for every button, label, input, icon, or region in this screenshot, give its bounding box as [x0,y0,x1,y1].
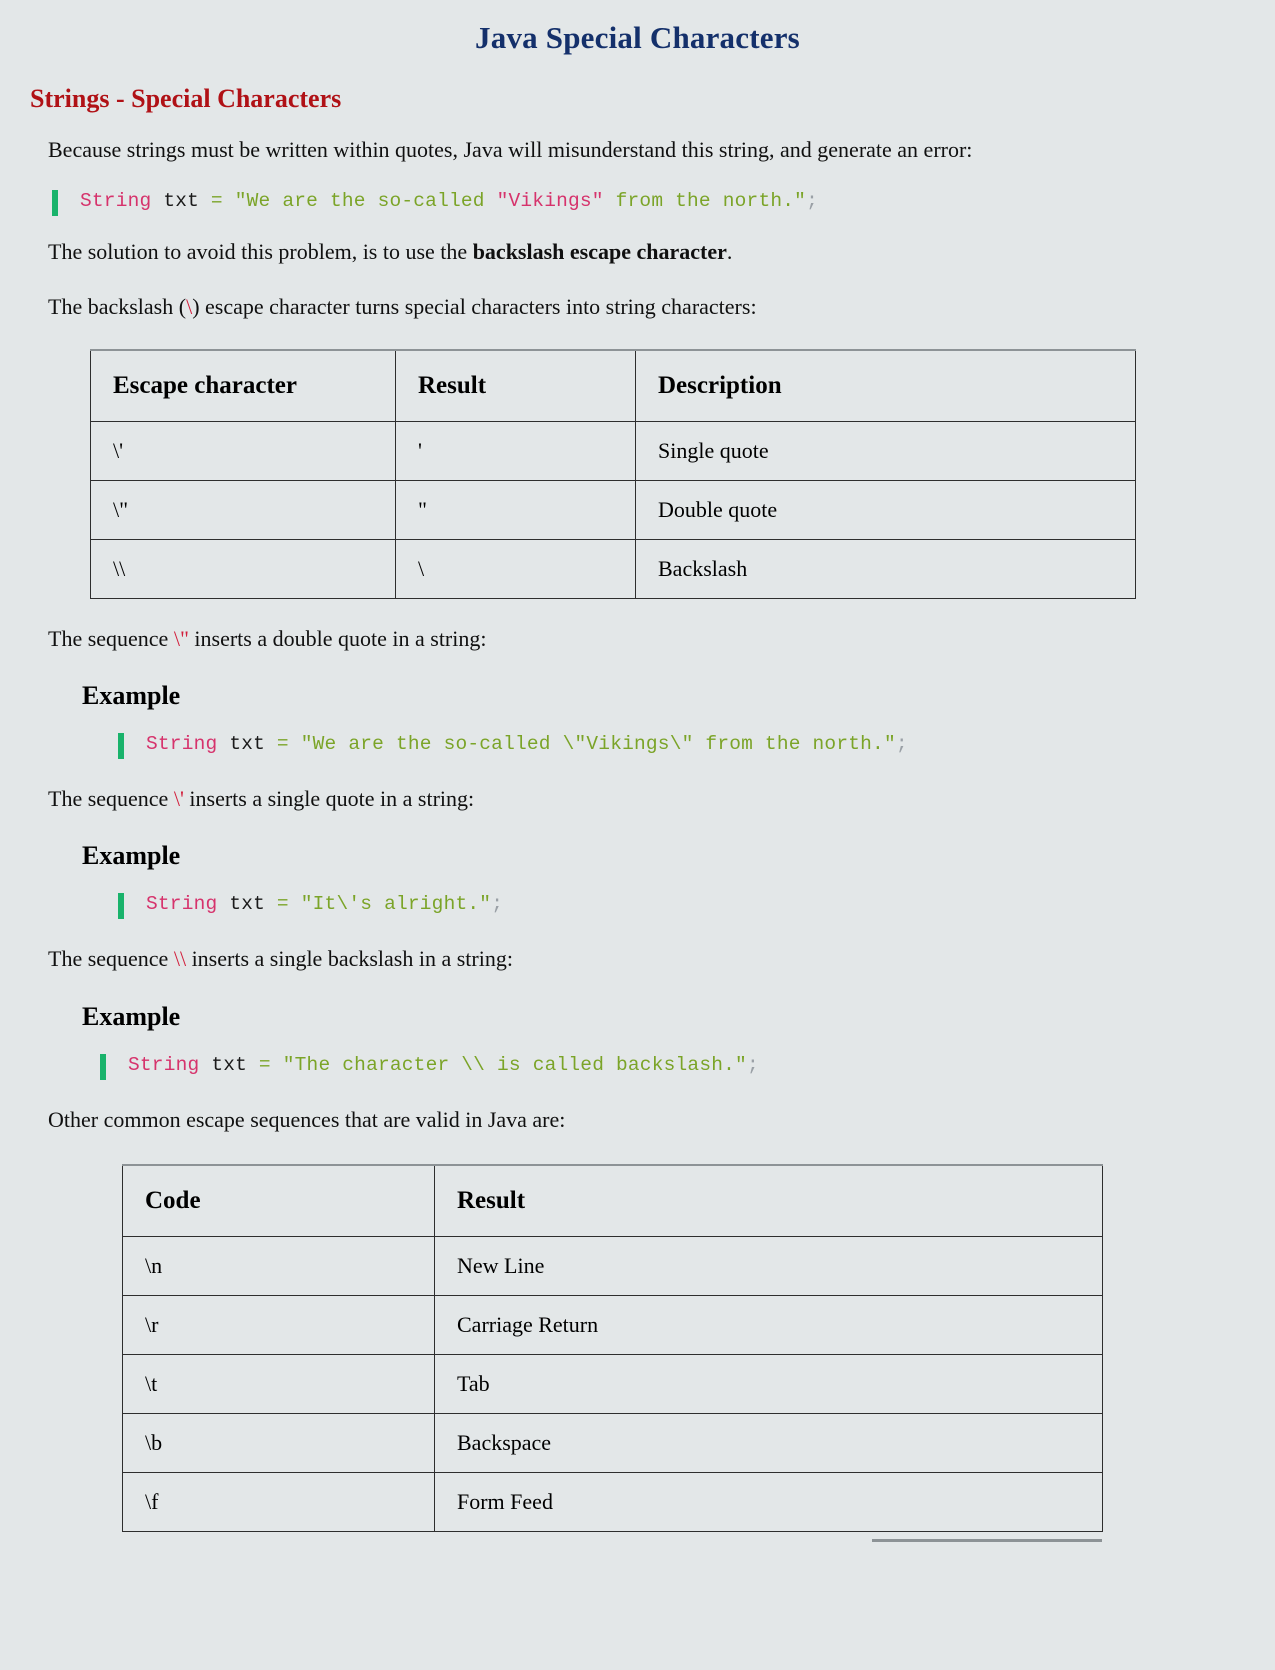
table-row: \t Tab [122,1354,1103,1415]
document-page: Java Special Characters Strings - Specia… [0,20,1275,1670]
code-operator: = [265,733,301,756]
example-label-1: Example [82,681,181,711]
table-row: \" " Double quote [90,479,1136,540]
code-semicolon: ; [806,190,818,213]
inline-code-escaped-backslash: \\ [173,946,187,972]
code-keyword: String [146,733,218,756]
code-keyword: String [146,893,218,916]
code-accent-bar-icon [118,893,124,920]
code-semicolon: ; [746,1053,759,1076]
sequence-text-after: inserts a double quote in a string: [188,625,487,651]
table-header-row: Escape character Result Description [90,348,1136,422]
cell-description: Double quote [635,479,1136,540]
sequence-text-before: The sequence [48,946,174,972]
sequence-backslash-paragraph: The sequence \\ inserts a single backsla… [48,941,1227,977]
cell-code: \r [122,1295,435,1356]
code-line-2: String txt = "We are the so-called \"Vik… [146,733,908,756]
code-accent-bar-icon [118,733,124,760]
code-operator: = [247,1053,283,1076]
code-semicolon: ; [895,733,908,756]
cell-code: \t [122,1354,435,1415]
code-block-2: String txt = "We are the so-called \"Vik… [118,733,1275,760]
code-string-part-2: from the north." [603,190,807,213]
table-row: \b Backspace [122,1413,1103,1474]
table-row: \f Form Feed [122,1472,1103,1533]
section-heading: Strings - Special Characters [30,84,342,113]
table-row: \\ \ Backslash [90,538,1136,599]
solution-bold-text: backslash escape character [472,239,727,265]
table-header-row: Code Result [122,1164,1103,1238]
column-header-escape-character: Escape character [90,348,396,422]
code-block-3: String txt = "It\'s alright."; [118,893,1275,920]
code-line-4: String txt = "The character \\ is called… [128,1054,759,1077]
solution-text-before: The solution to avoid this problem, is t… [48,239,473,265]
cell-code: \n [122,1236,435,1297]
escape-sequences-table: Code Result \n New Line \r Carriage Retu… [122,1164,1103,1533]
code-accent-bar-icon [100,1053,106,1080]
code-operator: = [265,893,301,916]
bottom-divider [872,1539,1102,1542]
intro-paragraph: Because strings must be written within q… [48,137,973,162]
cell-result: " [395,479,636,540]
code-block-1: String txt = "We are the so-called "Viki… [52,190,1275,217]
sequence-text-before: The sequence [48,786,174,812]
code-variable: txt [199,1053,248,1076]
solution-text-after: . [726,239,733,265]
sequence-single-quote-paragraph: The sequence \' inserts a single quote i… [48,781,1227,817]
code-keyword: String [128,1053,200,1076]
code-string: "The character \\ is called backslash." [282,1053,747,1076]
cell-result: \ [395,538,636,599]
escape-intro-paragraph: The backslash (\) escape character turns… [48,289,1227,325]
sequence-text-after: inserts a single quote in a string: [183,786,475,812]
code-string: "We are the so-called \"Vikings\" from t… [300,733,896,756]
code-line-1: String txt = "We are the so-called "Viki… [80,190,818,213]
column-header-code: Code [122,1164,435,1238]
code-operator: = [199,190,235,213]
cell-escape: \' [90,420,396,481]
cell-result: New Line [434,1236,1103,1297]
inline-code-escaped-double-quote: \" [173,625,189,651]
other-sequences-paragraph: Other common escape sequences that are v… [48,1106,566,1132]
code-line-3: String txt = "It\'s alright."; [146,893,503,916]
column-header-result: Result [395,348,636,422]
code-variable: txt [217,893,266,916]
sequence-double-quote-paragraph: The sequence \" inserts a double quote i… [48,621,1227,657]
table-row: \' ' Single quote [90,420,1136,481]
escape-character-table: Escape character Result Description \' '… [90,348,1136,599]
cell-description: Backslash [635,538,1136,599]
code-accent-bar-icon [52,190,58,217]
solution-paragraph: The solution to avoid this problem, is t… [48,234,1227,270]
cell-result: Form Feed [434,1472,1103,1533]
code-variable: txt [217,733,266,756]
cell-code: \f [122,1472,435,1533]
cell-result: Tab [434,1354,1103,1415]
cell-code: \b [122,1413,435,1474]
table-row: \n New Line [122,1236,1103,1297]
code-block-4: String txt = "The character \\ is called… [100,1053,1275,1080]
example-label-3: Example [82,1001,181,1031]
page-title: Java Special Characters [475,20,800,55]
code-string-highlight: "Vikings" [496,190,604,213]
cell-result: Backspace [434,1413,1103,1474]
sequence-text-after: inserts a single backslash in a string: [186,946,513,972]
inline-code-escaped-single-quote: \' [173,786,184,812]
column-header-description: Description [635,348,1136,422]
code-semicolon: ; [491,893,504,916]
code-string: "It\'s alright." [300,893,492,916]
column-header-result: Result [434,1164,1103,1238]
example-label-2: Example [82,841,181,871]
sequence-text-before: The sequence [48,625,174,651]
escape-intro-after: ) escape character turns special charact… [192,293,757,319]
table-row: \r Carriage Return [122,1295,1103,1356]
code-variable: txt [151,190,200,213]
cell-escape: \\ [90,538,396,599]
escape-intro-before: The backslash ( [48,293,187,319]
cell-escape: \" [90,479,396,540]
cell-result: ' [395,420,636,481]
code-keyword: String [80,190,152,213]
cell-result: Carriage Return [434,1295,1103,1356]
cell-description: Single quote [635,420,1136,481]
code-string-part-1: "We are the so-called [234,190,497,213]
